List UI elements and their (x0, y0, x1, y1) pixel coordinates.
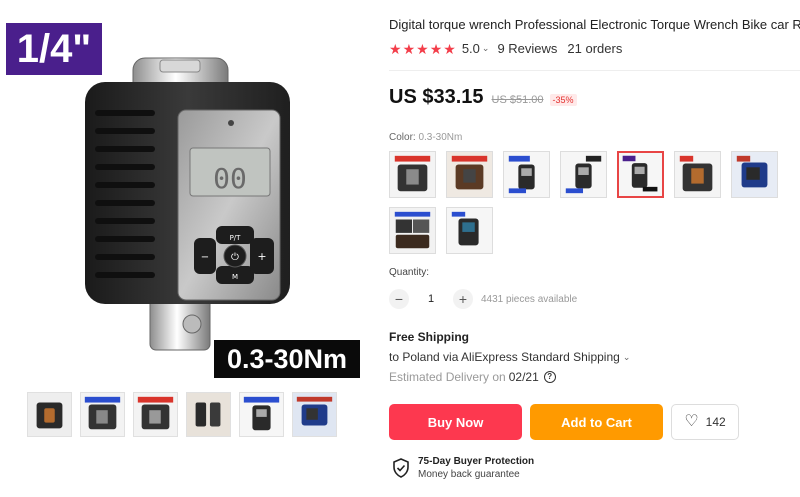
drive-size-badge: 1/4" (6, 23, 102, 75)
key-power: ⏻ (231, 252, 239, 263)
stock-available: 4431 pieces available (481, 293, 578, 305)
discount-badge: -35% (549, 94, 577, 106)
key-pt: P/T (230, 234, 242, 242)
thumbnail-kit[interactable] (292, 392, 337, 437)
divider (389, 70, 800, 71)
variant-option[interactable] (389, 151, 436, 198)
star-icon: ★ (389, 40, 402, 57)
thumbnail-case-blue[interactable] (80, 392, 125, 437)
key-plus: + (257, 250, 266, 263)
estimated-delivery-date: 02/21 (508, 370, 539, 384)
product-gallery: 00 P/T − ⏻ + M 1/4" 0.3-30Nm (0, 0, 380, 497)
key-mode: M (232, 273, 238, 281)
shipping-title: Free Shipping (389, 330, 470, 344)
rating-value[interactable]: 5.0 (462, 41, 480, 56)
original-price: US $51.00 (491, 94, 544, 106)
product-title: Digital torque wrench Professional Elect… (389, 17, 800, 32)
variant-option[interactable] (674, 151, 721, 198)
color-label: Color: 0.3-30Nm (389, 132, 462, 143)
key-minus: − (201, 252, 209, 263)
buyer-protection-text: 75-Day Buyer Protection Money back guara… (418, 456, 534, 480)
help-icon[interactable]: ? (543, 371, 556, 383)
thumbnail-strip (27, 392, 337, 437)
star-icon: ★ (416, 40, 429, 57)
quantity-decrease-button[interactable]: − (389, 289, 409, 309)
estimated-delivery-label: Estimated Delivery on (389, 370, 506, 384)
heart-icon: ♡ (684, 413, 699, 430)
star-icon: ★ (443, 40, 456, 57)
variant-option[interactable] (503, 151, 550, 198)
chevron-down-icon[interactable]: ⌄ (623, 352, 631, 363)
orders-count: 21 orders (567, 41, 623, 56)
buy-now-button[interactable]: Buy Now (389, 404, 522, 440)
variant-option[interactable] (731, 151, 778, 198)
quantity-increase-button[interactable]: + (453, 289, 473, 309)
current-price: US $33.15 (389, 86, 484, 108)
color-variant-list (389, 151, 789, 254)
color-label-text: Color: (389, 132, 419, 143)
thumbnail-adapters[interactable] (186, 392, 231, 437)
thumbnail-digital-adapter[interactable] (239, 392, 284, 437)
star-icon: ★ (429, 40, 443, 57)
add-to-cart-button[interactable]: Add to Cart (530, 404, 663, 440)
variant-option[interactable] (446, 151, 493, 198)
shipping-method-text[interactable]: to Poland via AliExpress Standard Shippi… (389, 350, 620, 364)
variant-option[interactable] (389, 207, 436, 254)
shield-check-icon (393, 458, 409, 478)
buyer-protection-title: 75-Day Buyer Protection (418, 456, 535, 467)
shipping-method[interactable]: to Poland via AliExpress Standard Shippi… (389, 350, 638, 364)
price-row: US $33.15 US $51.00 -35% (389, 86, 577, 109)
buyer-protection-subtitle: Money back guarantee (418, 469, 520, 480)
buyer-protection: 75-Day Buyer Protection Money back guara… (392, 456, 534, 480)
variant-option[interactable] (446, 207, 493, 254)
star-icon: ★ (402, 40, 416, 57)
variant-option[interactable] (560, 151, 607, 198)
rating-stars: ★ ★ ★ ★ ★ (389, 42, 456, 56)
quantity-stepper: − 1 + 4431 pieces available (389, 289, 577, 309)
wishlist-button[interactable]: ♡ 142 (671, 404, 739, 440)
product-details: Digital torque wrench Professional Elect… (389, 0, 800, 497)
wishlist-count: 142 (705, 415, 726, 429)
quantity-input[interactable]: 1 (409, 293, 453, 305)
purchase-actions: Buy Now Add to Cart ♡ 142 (389, 404, 739, 440)
variant-option-selected[interactable] (617, 151, 664, 198)
thumbnail-case-red-label[interactable] (133, 392, 178, 437)
torque-range-badge: 0.3-30Nm (214, 340, 360, 378)
thumbnail-case[interactable] (27, 392, 72, 437)
quantity-label: Quantity: (389, 267, 430, 278)
lcd-readout: 00 (213, 162, 247, 195)
estimated-delivery: Estimated Delivery on 02/21 ? (389, 370, 556, 384)
chevron-down-icon[interactable]: ⌄ (482, 43, 490, 54)
rating-row: ★ ★ ★ ★ ★ 5.0 ⌄ 9 Reviews 21 orders (389, 41, 622, 56)
main-product-image[interactable]: 00 P/T − ⏻ + M 1/4" 0.3-30Nm (0, 0, 370, 385)
reviews-link[interactable]: 9 Reviews (497, 41, 557, 56)
color-selected-value: 0.3-30Nm (418, 132, 463, 143)
